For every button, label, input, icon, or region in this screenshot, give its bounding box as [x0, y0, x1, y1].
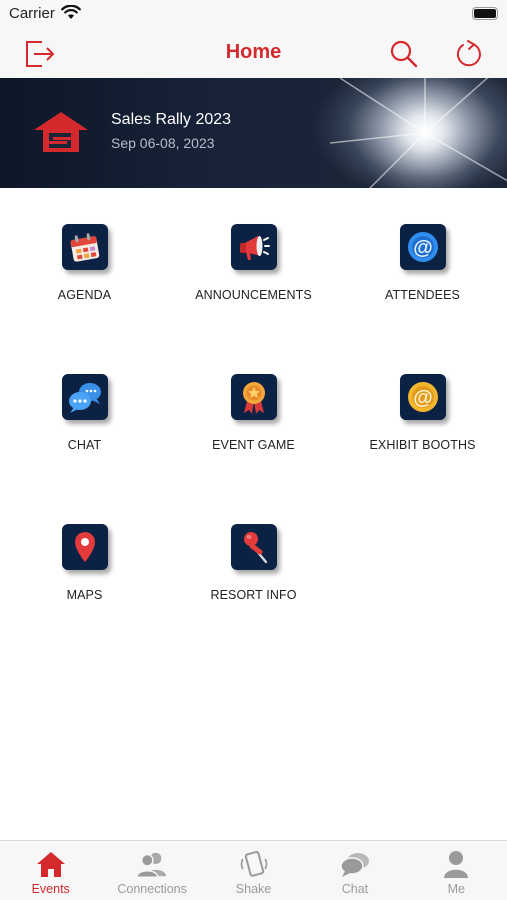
tile-label: ATTENDEES	[385, 288, 460, 302]
tile-attendees[interactable]: @ ATTENDEES	[338, 188, 507, 338]
shake-phone-icon	[238, 849, 270, 879]
tile-resort-info[interactable]: RESORT INFO	[169, 488, 338, 638]
tile-label: MAPS	[66, 588, 103, 602]
tab-shake[interactable]: Shake	[203, 841, 304, 900]
tab-bar: Events Connections Shake Chat Me	[0, 840, 507, 900]
search-icon	[390, 40, 418, 68]
tile-label: RESORT INFO	[210, 588, 297, 602]
tab-connections[interactable]: Connections	[101, 841, 202, 900]
tile-label: EVENT GAME	[212, 438, 295, 452]
tab-chat[interactable]: Chat	[304, 841, 405, 900]
event-title: Sales Rally 2023	[111, 111, 232, 128]
person-icon	[440, 849, 472, 879]
at-sign-gold-icon: @	[399, 374, 446, 420]
tile-agenda[interactable]: AGENDA	[0, 188, 169, 338]
tab-label: Chat	[341, 882, 369, 896]
search-button[interactable]	[386, 36, 422, 72]
calendar-icon	[61, 224, 108, 270]
status-bar: Carrier	[0, 0, 507, 30]
tile-label: CHAT	[67, 438, 102, 452]
page-title: Home	[225, 41, 282, 63]
tab-me[interactable]: Me	[406, 841, 507, 900]
tile-announcements[interactable]: ANNOUNCEMENTS	[169, 188, 338, 338]
svg-text:@: @	[413, 237, 433, 259]
tab-events[interactable]: Events	[0, 841, 101, 900]
tile-maps[interactable]: MAPS	[0, 488, 169, 638]
tab-label: Events	[31, 882, 70, 896]
svg-text:@: @	[413, 387, 433, 409]
megaphone-icon	[230, 224, 277, 270]
award-ribbon-icon	[230, 374, 277, 420]
company-logo	[32, 110, 90, 159]
event-date: Sep 06-08, 2023	[111, 135, 215, 151]
refresh-icon	[456, 40, 481, 67]
tile-event-game[interactable]: EVENT GAME	[169, 338, 338, 488]
at-sign-icon: @	[399, 224, 446, 270]
home-icon	[35, 849, 67, 879]
event-banner[interactable]: Sales Rally 2023 Sep 06-08, 2023	[0, 78, 507, 188]
tile-exhibit-booths[interactable]: @ EXHIBIT BOOTHS	[338, 338, 507, 488]
nav-bar: Home	[0, 30, 507, 78]
tab-label: Me	[447, 882, 466, 896]
tab-label: Shake	[235, 882, 272, 896]
map-pin-icon	[61, 524, 108, 570]
chat-icon	[339, 849, 371, 879]
tile-label: AGENDA	[57, 288, 112, 302]
wifi-icon	[61, 4, 81, 25]
chat-bubbles-icon	[61, 374, 108, 420]
tile-label: EXHIBIT BOOTHS	[369, 438, 476, 452]
carrier-label: Carrier	[9, 5, 55, 22]
light-flare	[330, 78, 507, 188]
tile-chat[interactable]: CHAT	[0, 338, 169, 488]
pushpin-icon	[230, 524, 277, 570]
people-icon	[136, 849, 168, 879]
battery-icon	[472, 7, 498, 20]
tab-label: Connections	[117, 882, 187, 896]
refresh-button[interactable]	[451, 36, 487, 72]
tile-label: ANNOUNCEMENTS	[195, 288, 312, 302]
